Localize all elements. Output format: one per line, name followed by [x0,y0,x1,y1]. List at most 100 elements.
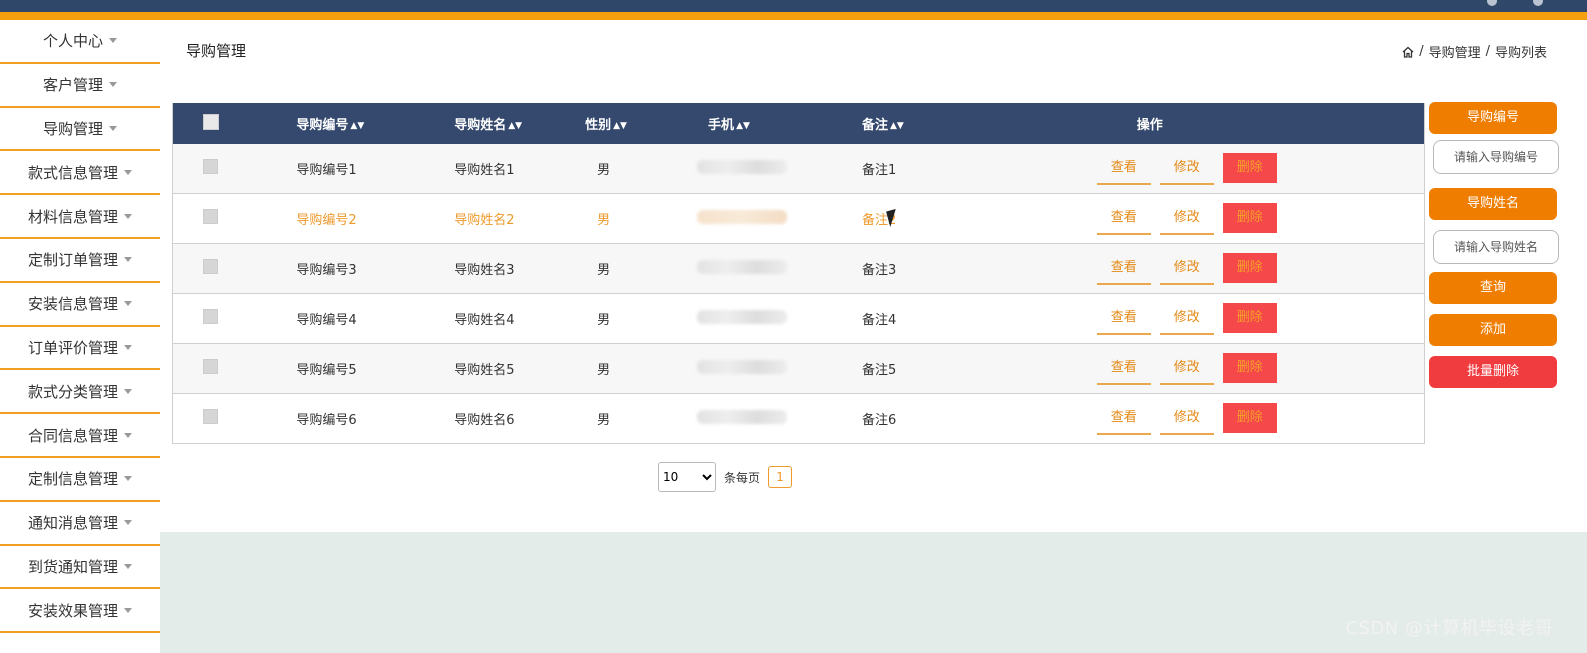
cell-id: 导购编号5 [296,343,455,394]
cell-remark: 备注5 [859,343,1097,394]
chevron-down-icon [124,344,132,350]
sidebar-item-label: 款式分类管理 [27,382,118,401]
delete-button[interactable]: 删除 [1222,402,1277,433]
sidebar-item-style-categories[interactable]: 款式分类管理 [0,370,160,415]
cell-remark: 备注3 [859,243,1097,294]
breadcrumb-separator: / [1419,44,1424,59]
row-checkbox[interactable] [203,309,218,324]
cell-gender: 男 [585,293,674,344]
row-checkbox[interactable] [203,359,218,374]
cell-gender: 男 [585,243,674,294]
sidebar-item-label: 导购管理 [42,119,103,138]
view-button[interactable]: 查看 [1096,303,1151,335]
chevron-down-icon [109,38,117,44]
cell-id: 导购编号4 [296,293,455,344]
header-settings-icon[interactable] [1533,0,1543,6]
chevron-down-icon [124,563,132,569]
cell-gender: 男 [585,144,674,194]
delete-button[interactable]: 删除 [1222,152,1277,183]
edit-button[interactable]: 修改 [1159,353,1214,385]
sidebar-item-customers[interactable]: 客户管理 [0,63,160,108]
edit-button[interactable]: 修改 [1159,203,1214,235]
page-number-button[interactable]: 1 [768,466,793,488]
sidebar-item-order-reviews[interactable]: 订单评价管理 [0,326,160,371]
chevron-down-icon [124,388,132,394]
sort-icon[interactable]: ▲▼ [350,121,364,131]
phone-blurred [697,209,788,224]
column-header-gender[interactable]: 性别 ▲▼ [585,103,673,144]
guide-name-input[interactable]: 请输入导购姓名 [1433,230,1559,264]
edit-button[interactable]: 修改 [1159,403,1214,435]
chevron-down-icon [124,432,132,438]
cell-id: 导购编号6 [296,393,455,444]
select-all-checkbox[interactable] [203,113,219,130]
column-header-remark[interactable]: 备注 ▲▼ [860,103,1097,144]
row-checkbox[interactable] [203,159,218,174]
table-row: 导购编号6 导购姓名6 男 备注6 查看 修改 删除 [172,393,1425,444]
column-header-phone[interactable]: 手机 ▲▼ [673,103,860,144]
header-user-icon[interactable] [1487,0,1497,6]
sidebar-item-styles[interactable]: 款式信息管理 [0,151,160,196]
sidebar-item-customization[interactable]: 定制信息管理 [0,457,160,502]
sidebar-item-materials[interactable]: 材料信息管理 [0,195,160,239]
delete-button[interactable]: 删除 [1222,352,1277,383]
guide-table: 导购编号 ▲▼ 导购姓名 ▲▼ 性别 ▲▼ 手机 ▲▼ 备注 ▲▼ 操作 导购编号1 导购… [172,103,1425,444]
delete-button[interactable]: 删除 [1222,252,1277,283]
edit-button[interactable]: 修改 [1159,253,1214,285]
column-header-name[interactable]: 导购姓名 ▲▼ [454,103,585,144]
sort-icon[interactable]: ▲▼ [890,121,904,131]
chevron-down-icon [124,169,132,175]
phone-blurred [697,159,788,174]
breadcrumb-item-guide-management[interactable]: 导购管理 [1429,42,1481,61]
sidebar-item-label: 客户管理 [42,76,103,95]
batch-delete-button[interactable]: 批量删除 [1429,356,1557,388]
chevron-down-icon [124,476,132,482]
guide-name-label: 导购姓名 [1429,188,1557,220]
sidebar-item-personal-center[interactable]: 个人中心 [0,20,160,64]
guide-id-input[interactable]: 请输入导购编号 [1433,140,1559,174]
sort-icon[interactable]: ▲▼ [736,121,750,131]
sidebar-item-label: 款式信息管理 [27,163,118,182]
sidebar-item-contracts[interactable]: 合同信息管理 [0,414,160,458]
page-size-select[interactable]: 10 [658,462,716,492]
sidebar-item-notifications[interactable]: 通知消息管理 [0,501,160,546]
sidebar-item-arrival-notices[interactable]: 到货通知管理 [0,545,160,590]
sort-icon[interactable]: ▲▼ [613,121,627,131]
delete-button[interactable]: 删除 [1222,202,1277,233]
view-button[interactable]: 查看 [1096,203,1151,235]
query-button[interactable]: 查询 [1429,272,1557,304]
breadcrumb-item-guide-list: 导购列表 [1494,46,1547,61]
page-title: 导购管理 [186,42,247,60]
row-checkbox[interactable] [203,209,218,224]
sidebar-item-label: 订单评价管理 [27,338,118,357]
view-button[interactable]: 查看 [1096,353,1151,385]
cell-id: 导购编号1 [296,144,455,194]
chevron-down-icon [124,257,132,263]
sidebar-item-guides[interactable]: 导购管理 [0,107,160,152]
table-row: 导购编号1 导购姓名1 男 备注1 查看 修改 删除 [172,144,1425,194]
sidebar-item-custom-orders[interactable]: 定制订单管理 [0,238,160,283]
row-checkbox[interactable] [203,409,218,424]
per-page-label: 条每页 [724,470,761,485]
table-row: 导购编号4 导购姓名4 男 备注4 查看 修改 删除 [172,293,1425,344]
row-checkbox[interactable] [203,259,218,274]
chevron-down-icon [109,125,117,131]
view-button[interactable]: 查看 [1096,403,1151,435]
chevron-down-icon [124,301,132,307]
cell-name: 导购姓名3 [454,243,586,294]
sort-icon[interactable]: ▲▼ [508,121,522,131]
home-icon[interactable] [1402,46,1414,58]
sidebar-item-install-effects[interactable]: 安装效果管理 [0,589,160,634]
phone-blurred [697,409,788,424]
add-button[interactable]: 添加 [1429,314,1557,346]
cell-id: 导购编号2 [296,193,455,244]
cell-name: 导购姓名2 [454,193,586,244]
column-header-id[interactable]: 导购编号 ▲▼ [296,103,454,144]
edit-button[interactable]: 修改 [1159,153,1214,185]
view-button[interactable]: 查看 [1096,253,1151,285]
cell-name: 导购姓名5 [454,343,586,394]
sidebar-item-installation[interactable]: 安装信息管理 [0,282,160,327]
delete-button[interactable]: 删除 [1222,302,1277,333]
view-button[interactable]: 查看 [1096,153,1151,185]
edit-button[interactable]: 修改 [1159,303,1214,335]
